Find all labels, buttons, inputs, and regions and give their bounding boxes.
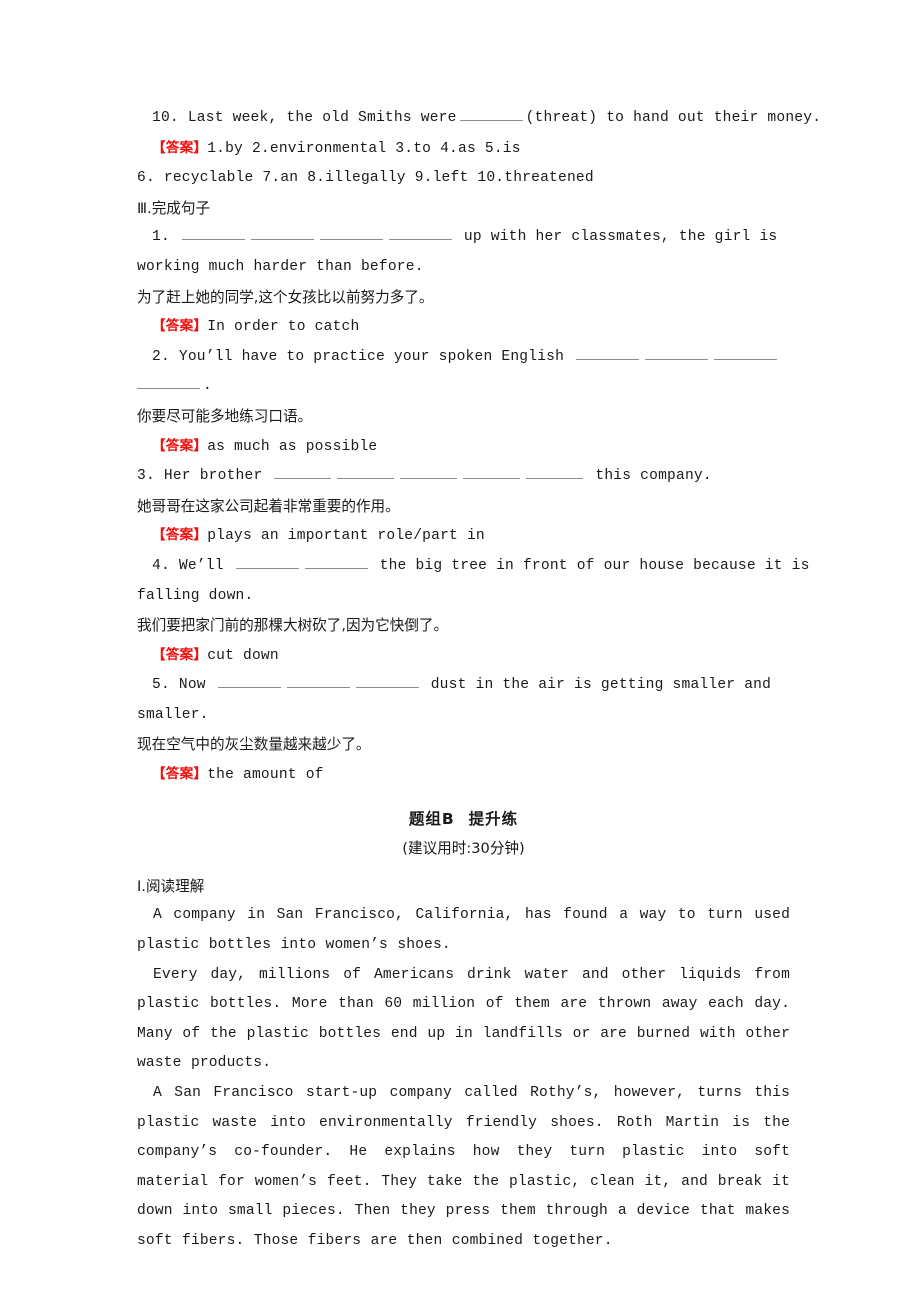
answer-text: plays an important role/part in: [207, 528, 485, 545]
complete-sentence-item-1-chinese: 为了赶上她的同学,这个女孩比以前努力多了。: [137, 288, 434, 306]
item-text: We’ll: [178, 557, 224, 574]
answer-blank: [526, 464, 584, 480]
item-text-after: (threat) to hand out their money.: [525, 110, 822, 126]
answer-blank: [337, 464, 395, 480]
reading-paragraph: A company in San Francisco, California, …: [137, 907, 790, 954]
answer-tag: 【答案】: [152, 646, 208, 663]
item-number: 4.: [152, 557, 170, 574]
document-page: 10. Last week, the old Smiths were (threa…: [137, 104, 821, 1257]
section-heading-complete-sentences: Ⅲ.完成句子: [137, 199, 211, 217]
complete-sentence-item-4-line-2: falling down.: [137, 587, 254, 604]
answer-blank: [250, 225, 314, 241]
item-number: 10.: [152, 110, 179, 126]
answer-blank: [304, 554, 368, 569]
answer-blank: [463, 464, 521, 480]
complete-sentence-item-2-line-2: .: [137, 372, 790, 402]
item-number: 5.: [152, 677, 170, 694]
answer-blank: [388, 225, 452, 241]
item-text: Her brother: [163, 468, 263, 485]
complete-sentence-item-5-chinese: 现在空气中的灰尘数量越来越少了。: [137, 736, 371, 754]
item-text-after: this company.: [595, 468, 712, 485]
answer-tag: 【答案】: [152, 527, 208, 544]
item-text: You’ll have to practice your spoken Engl…: [178, 348, 565, 365]
item-text-after: dust in the air is getting smaller and: [430, 677, 772, 694]
section-heading-reading: Ⅰ.阅读理解: [137, 877, 205, 895]
item-text: Now: [178, 677, 206, 694]
item-number: 1.: [152, 229, 170, 246]
complete-sentence-item-2-line-1: 2. You’ll have to practice your spoken E…: [137, 343, 790, 373]
answer-blank: [274, 464, 332, 480]
complete-sentence-item-3-chinese: 她哥哥在这家公司起着非常重要的作用。: [137, 497, 400, 515]
complete-sentence-item-4-chinese: 我们要把家门前的那棵大树砍了,因为它快倒了。: [137, 617, 449, 635]
group-heading-subtitle: (建议用时:30分钟): [402, 840, 525, 858]
complete-sentence-item-5-line-1: 5. Now dust in the air is getting smalle…: [137, 671, 790, 701]
item-number: 2.: [152, 348, 170, 365]
answer-blank: [645, 345, 709, 360]
answer-line-2: 6. recyclable 7.an 8.illegally 9.left 10…: [137, 164, 790, 194]
complete-sentence-item-2-chinese: 你要尽可能多地练习口语。: [137, 407, 313, 425]
reading-paragraph: A San Francisco start-up company called …: [137, 1085, 790, 1249]
complete-sentence-item-1-answer: 【答案】In order to catch: [137, 312, 790, 343]
answer-blank: [217, 673, 281, 689]
answer-tag: 【答案】: [152, 437, 208, 454]
answer-blank: [181, 225, 245, 241]
item-number: 3.: [137, 468, 155, 485]
answer-blank: [286, 673, 350, 689]
answer-text: cut down: [207, 647, 279, 664]
answer-text: 1.by 2.environmental 3.to 4.as 5.is: [207, 140, 521, 157]
answer-blank: [355, 673, 419, 689]
answer-text: the amount of: [207, 767, 324, 784]
answer-blank: [400, 464, 458, 480]
answer-tag: 【答案】: [152, 318, 208, 335]
group-title-suffix: 提升练: [468, 809, 519, 828]
answer-blank: [235, 554, 299, 569]
item-text-before: Last week, the old Smiths were: [187, 110, 457, 126]
complete-sentence-item-5-line-2: smaller.: [137, 706, 209, 723]
group-title-letter: B: [441, 809, 455, 828]
answer-text: 6. recyclable 7.an 8.illegally 9.left 10…: [137, 170, 594, 187]
answer-text: In order to catch: [207, 319, 360, 336]
complete-sentence-item-3-line-1: 3. Her brother this company.: [137, 462, 790, 492]
answer-blank: [319, 225, 383, 241]
complete-sentence-item-1-line-2: working much harder than before.: [137, 258, 424, 275]
complete-sentence-item-2-answer: 【答案】as much as possible: [137, 432, 790, 463]
answer-blank: [576, 345, 640, 360]
answer-text: as much as possible: [207, 438, 378, 455]
complete-sentence-item-3-answer: 【答案】plays an important role/part in: [137, 521, 790, 552]
complete-sentence-item-4-answer: 【答案】cut down: [137, 641, 790, 672]
answer-line-1: 【答案】1.by 2.environmental 3.to 4.as 5.is: [137, 134, 790, 165]
complete-sentence-item-4-line-1: 4. We’ll the big tree in front of our ho…: [137, 552, 809, 582]
reading-paragraph: Every day, millions of Americans drink w…: [137, 966, 790, 1072]
complete-sentence-item-5-answer: 【答案】the amount of: [137, 760, 790, 791]
item-text-after: the big tree in front of our house becau…: [379, 557, 810, 574]
answer-tag: 【答案】: [152, 766, 208, 783]
answer-blank: [714, 345, 778, 360]
answer-blank: [137, 374, 200, 390]
answer-blank: [459, 106, 523, 121]
group-title-prefix: 题组: [408, 809, 442, 828]
answer-tag: 【答案】: [152, 139, 208, 156]
item-text: up with her classmates, the girl is: [463, 229, 778, 246]
fill-blank-item-10: 10. Last week, the old Smiths were (threa…: [137, 104, 821, 134]
complete-sentence-item-1-line-1: 1. up with her classmates, the girl is: [137, 223, 790, 253]
item-text-trailing: .: [203, 378, 212, 395]
group-heading-title: 题组B 提升练: [137, 805, 790, 835]
